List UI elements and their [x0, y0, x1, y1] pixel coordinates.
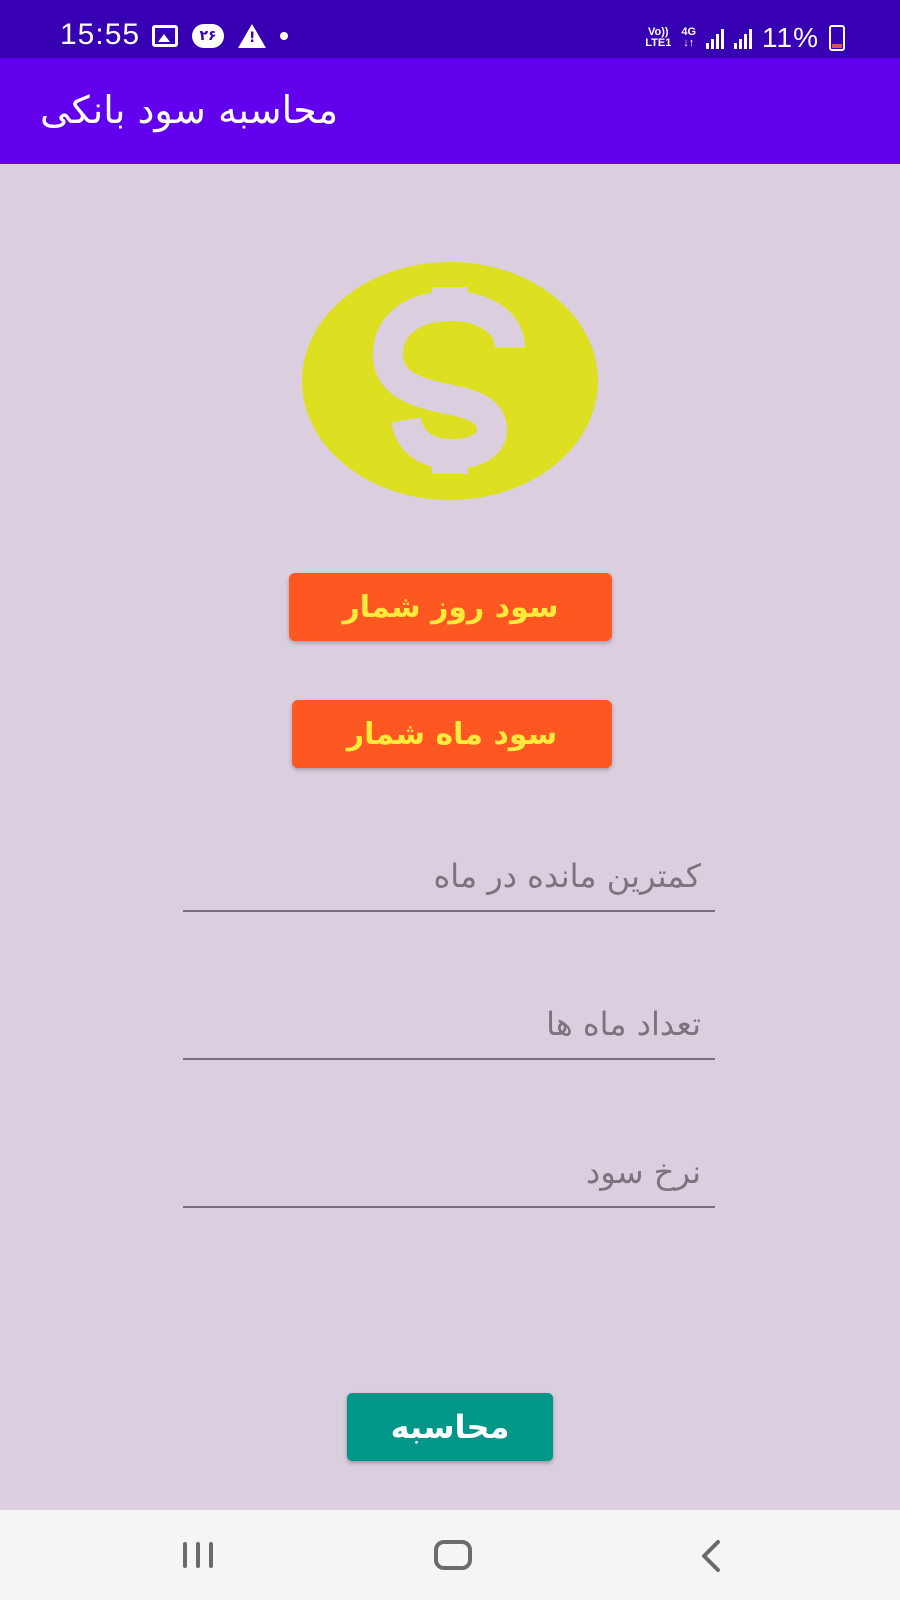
min-balance-input[interactable] [183, 842, 715, 910]
volte-indicator: Vo)) LTE1 [645, 27, 671, 49]
rate-field [183, 1138, 715, 1208]
app-title: محاسبه سود بانکی [40, 88, 339, 132]
recents-icon[interactable] [183, 1542, 213, 1568]
status-time: 15:55 [60, 18, 141, 51]
monthly-interest-button[interactable]: سود ماه شمار [292, 700, 612, 768]
lte-text: LTE1 [645, 37, 672, 49]
warning-mark: ! [249, 30, 256, 46]
rate-input[interactable] [183, 1138, 715, 1206]
data-arrows-text: ↓↑ [683, 37, 695, 49]
home-icon[interactable] [434, 1540, 472, 1570]
notification-badge-icon: ۲۶ [192, 24, 224, 48]
battery-icon [829, 25, 845, 51]
signal-icon [706, 27, 725, 49]
calculate-button[interactable]: محاسبه [347, 1393, 553, 1461]
dot-icon [280, 32, 288, 40]
months-input[interactable] [183, 990, 715, 1058]
app-bar: محاسبه سود بانکی [0, 58, 900, 164]
status-right-icons: Vo)) LTE1 4G ↓↑ 11% [645, 22, 845, 54]
daily-interest-button[interactable]: سود روز شمار [289, 573, 612, 641]
signal-icon-2 [734, 27, 753, 49]
min-balance-field [183, 842, 715, 912]
network-type-indicator: 4G ↓↑ [681, 27, 696, 49]
status-left-icons: ۲۶ ! [152, 24, 288, 48]
back-icon[interactable] [694, 1538, 730, 1574]
warning-icon: ! [238, 24, 266, 48]
image-icon [152, 25, 178, 47]
dollar-coin-icon [302, 262, 598, 500]
navigation-bar [0, 1510, 900, 1600]
months-field [183, 990, 715, 1060]
battery-percent: 11% [762, 22, 819, 53]
